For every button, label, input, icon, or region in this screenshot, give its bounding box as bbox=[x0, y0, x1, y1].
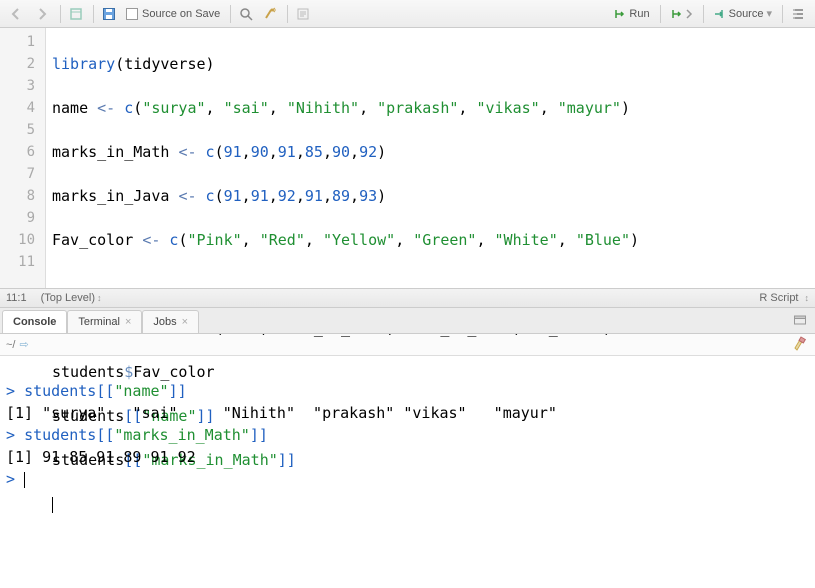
save-icon[interactable] bbox=[98, 5, 120, 23]
console-line: [1] 91 85 91 89 91 92 bbox=[6, 448, 196, 466]
forward-icon[interactable] bbox=[30, 4, 54, 24]
language-updown-icon[interactable]: ↕ bbox=[805, 293, 810, 303]
line-number: 4 bbox=[0, 97, 35, 119]
source-on-save-label: Source on Save bbox=[142, 8, 220, 20]
line-number: 1 bbox=[0, 31, 35, 53]
line-number: 11 bbox=[0, 251, 35, 273]
line-number: 5 bbox=[0, 119, 35, 141]
lower-pane-tabs: Console Terminal× Jobs× bbox=[0, 308, 815, 334]
console-line: [1] "surya" "sai" "Nihith" "prakash" "vi… bbox=[6, 404, 575, 422]
close-icon[interactable]: × bbox=[182, 316, 188, 328]
source-button[interactable]: Source ▾ bbox=[708, 5, 776, 23]
editor-toolbar: Source on Save Run Source ▾ bbox=[0, 0, 815, 28]
line-number: 3 bbox=[0, 75, 35, 97]
console-cursor bbox=[24, 472, 25, 488]
tab-terminal[interactable]: Terminal× bbox=[67, 310, 142, 333]
run-button[interactable]: Run bbox=[608, 5, 653, 23]
code-editor[interactable]: 1 2 3 4 5 6 7 8 9 10 11 library(tidyvers… bbox=[0, 28, 815, 288]
clear-console-icon[interactable] bbox=[793, 335, 809, 354]
outline-icon[interactable] bbox=[787, 5, 809, 23]
line-number: 10 bbox=[0, 229, 35, 251]
show-in-new-window-icon[interactable] bbox=[65, 5, 87, 23]
console-path: ~/ bbox=[6, 339, 15, 351]
line-number: 2 bbox=[0, 53, 35, 75]
tab-console[interactable]: Console bbox=[2, 310, 67, 333]
pane-window-icon[interactable] bbox=[793, 313, 807, 330]
line-number-gutter: 1 2 3 4 5 6 7 8 9 10 11 bbox=[0, 28, 46, 288]
line-number: 6 bbox=[0, 141, 35, 163]
source-on-save-checkbox[interactable]: Source on Save bbox=[122, 6, 224, 22]
rerun-icon[interactable] bbox=[665, 5, 697, 23]
find-icon[interactable] bbox=[235, 5, 257, 23]
code-tools-icon[interactable] bbox=[259, 5, 281, 23]
cursor-position: 11:1 bbox=[6, 292, 27, 304]
compile-report-icon[interactable] bbox=[292, 5, 314, 23]
line-number: 7 bbox=[0, 163, 35, 185]
code-area[interactable]: library(tidyverse) name <- c("surya", "s… bbox=[46, 28, 815, 288]
scope-updown-icon[interactable]: ↕ bbox=[97, 293, 102, 303]
editor-cursor bbox=[52, 497, 53, 513]
language-indicator[interactable]: R Script bbox=[759, 292, 798, 304]
close-icon[interactable]: × bbox=[125, 316, 131, 328]
tab-jobs[interactable]: Jobs× bbox=[142, 310, 199, 333]
line-number: 8 bbox=[0, 185, 35, 207]
line-number: 9 bbox=[0, 207, 35, 229]
scope-indicator[interactable]: (Top Level) bbox=[41, 292, 95, 304]
back-icon[interactable] bbox=[4, 4, 28, 24]
console-path-expand-icon[interactable]: ⇨ bbox=[19, 338, 28, 351]
